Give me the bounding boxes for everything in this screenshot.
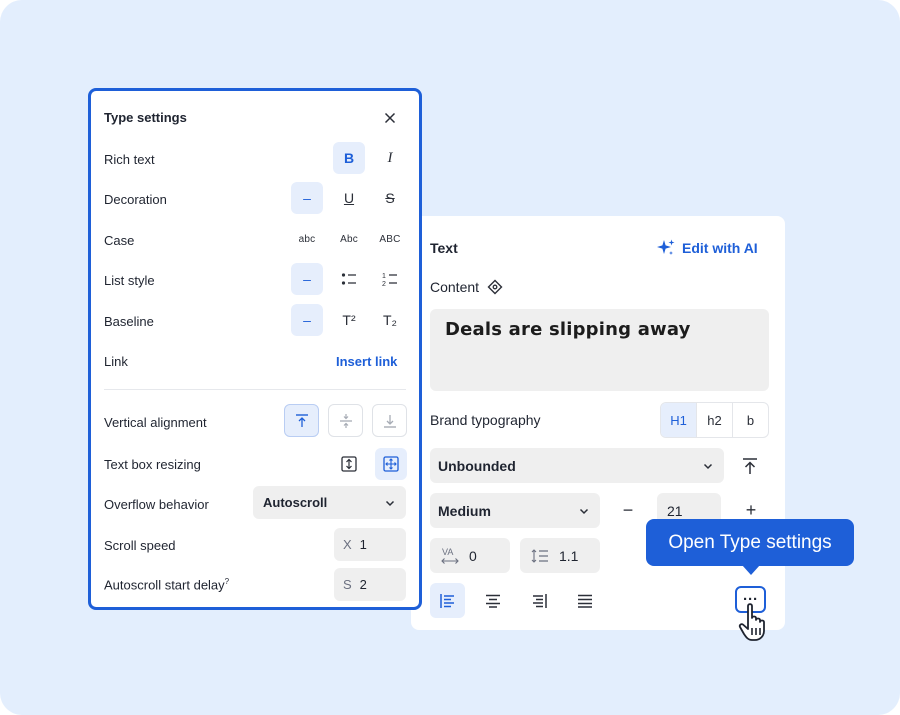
list-style-label: List style	[104, 273, 155, 288]
decoration-label: Decoration	[104, 192, 167, 207]
baseline-label: Baseline	[104, 314, 154, 329]
brand-typography-h1[interactable]: H1	[661, 403, 697, 437]
svg-text:1: 1	[382, 273, 386, 280]
edit-with-ai-button[interactable]: Edit with AI	[656, 238, 758, 258]
bulleted-list-icon[interactable]	[333, 263, 365, 295]
sparkle-icon	[656, 238, 676, 258]
align-left-button[interactable]	[430, 583, 465, 618]
valign-middle-icon[interactable]	[328, 404, 363, 437]
superscript-button[interactable]: T²	[333, 304, 365, 336]
resize-auto-icon[interactable]	[375, 448, 407, 480]
brand-typography-h2[interactable]: h2	[697, 403, 733, 437]
titlecase-button[interactable]: Abc	[333, 223, 365, 255]
scroll-speed-input[interactable]: X 1	[334, 528, 406, 561]
type-settings-panel: Type settings Rich text B I Decoration –…	[88, 88, 422, 610]
valign-top-icon[interactable]	[284, 404, 319, 437]
autoscroll-delay-label: Autoscroll start delay?	[104, 577, 229, 592]
svg-text:2: 2	[382, 281, 386, 287]
content-value: Deals are slipping away	[445, 319, 691, 340]
text-panel: Text Edit with AI Content Deals are slip…	[411, 216, 785, 630]
resize-height-icon[interactable]	[333, 448, 365, 480]
hand-pointer-cursor-icon	[738, 602, 772, 642]
svg-text:VA: VA	[442, 547, 453, 557]
insert-link-button[interactable]: Insert link	[336, 354, 397, 369]
rich-text-label: Rich text	[104, 152, 155, 167]
tooltip-arrow	[742, 565, 760, 575]
numbered-list-icon[interactable]: 12	[374, 263, 406, 295]
align-center-button[interactable]	[475, 583, 510, 618]
weight-select[interactable]: Medium	[430, 493, 600, 528]
close-icon[interactable]	[379, 107, 401, 129]
subscript-button[interactable]: T₂	[374, 304, 406, 336]
brand-typography-segmented: H1 h2 b	[660, 402, 769, 438]
autoscroll-delay-text: Autoscroll start delay	[104, 577, 225, 593]
content-input[interactable]: Deals are slipping away	[430, 309, 769, 391]
chevron-down-icon	[702, 460, 714, 472]
autoscroll-delay-input[interactable]: S 2	[334, 568, 406, 601]
strikethrough-button[interactable]: S	[374, 182, 406, 214]
scroll-speed-prefix: X	[343, 537, 352, 552]
font-size-decrease-button[interactable]: −	[615, 497, 641, 523]
diamond-link-icon[interactable]	[487, 279, 503, 295]
list-none-button[interactable]: –	[291, 263, 323, 295]
weight-select-value: Medium	[438, 502, 491, 519]
overflow-behavior-label: Overflow behavior	[104, 497, 209, 512]
align-top-icon[interactable]	[736, 452, 764, 480]
type-settings-title: Type settings	[104, 110, 187, 125]
text-box-resizing-label: Text box resizing	[104, 457, 201, 472]
autoscroll-delay-prefix: S	[343, 577, 352, 592]
case-label: Case	[104, 233, 135, 248]
font-size-value: 21	[667, 502, 683, 519]
resize-select-value: Unbounded	[438, 457, 516, 474]
valign-bottom-icon[interactable]	[372, 404, 407, 437]
autoscroll-delay-help[interactable]: ?	[225, 577, 229, 586]
align-justify-button[interactable]	[567, 583, 602, 618]
divider	[104, 389, 406, 390]
letter-spacing-value: 0	[469, 547, 477, 564]
brand-typography-b[interactable]: b	[733, 403, 768, 437]
link-label: Link	[104, 354, 128, 369]
scroll-speed-value: 1	[359, 537, 367, 552]
open-type-settings-tooltip: Open Type settings	[646, 519, 854, 566]
bold-button[interactable]: B	[333, 142, 365, 174]
resize-select[interactable]: Unbounded	[430, 448, 724, 483]
content-row: Content	[430, 279, 503, 295]
vertical-alignment-label: Vertical alignment	[104, 415, 207, 430]
underline-button[interactable]: U	[333, 182, 365, 214]
letter-spacing-input[interactable]: VA 0	[430, 538, 510, 573]
line-height-input[interactable]: 1.1	[520, 538, 600, 573]
lowercase-button[interactable]: abc	[291, 223, 323, 255]
line-height-value: 1.1	[559, 547, 579, 564]
letter-spacing-icon: VA	[441, 546, 459, 566]
content-label: Content	[430, 279, 480, 295]
autoscroll-delay-value: 2	[359, 577, 367, 592]
chevron-down-icon	[384, 497, 396, 509]
chevron-down-icon	[578, 505, 590, 517]
italic-button[interactable]: I	[374, 142, 406, 174]
overflow-behavior-select[interactable]: Autoscroll	[253, 486, 406, 519]
overflow-behavior-value: Autoscroll	[263, 495, 328, 510]
text-panel-title: Text	[430, 240, 458, 256]
edit-with-ai-label: Edit with AI	[682, 240, 758, 256]
baseline-none-button[interactable]: –	[291, 304, 323, 336]
line-height-icon	[531, 548, 549, 564]
decoration-none-button[interactable]: –	[291, 182, 323, 214]
uppercase-button[interactable]: ABC	[374, 223, 406, 255]
brand-typography-label: Brand typography	[430, 412, 541, 428]
align-right-button[interactable]	[521, 583, 556, 618]
scroll-speed-label: Scroll speed	[104, 538, 176, 553]
